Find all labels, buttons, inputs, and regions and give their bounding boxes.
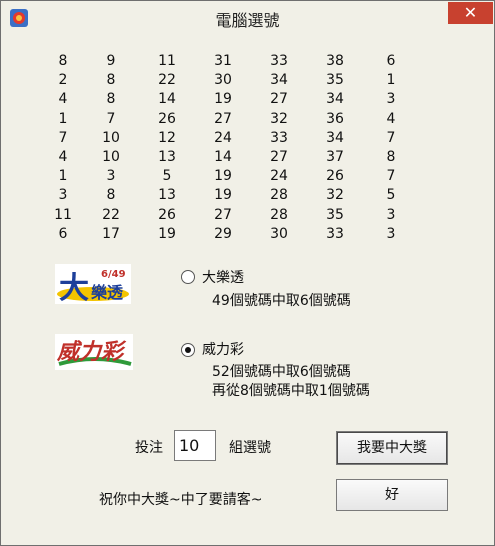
lottery-number: 3: [386, 225, 396, 242]
lottery-number: 31: [214, 53, 232, 69]
lottery-number: 27: [270, 91, 288, 108]
lottery-number: 27: [270, 149, 288, 165]
lottery-number: 14: [158, 91, 176, 108]
lottery-number: 35: [326, 206, 344, 223]
lottery-number: 34: [326, 129, 344, 146]
lottery-number: 19: [214, 168, 232, 185]
lottery-number: 4: [58, 91, 68, 108]
lottery-number: 8: [106, 187, 116, 204]
lotto-649-logo: 大 樂透 6/49: [55, 264, 131, 304]
lottery-number: 10: [102, 149, 120, 165]
lottery-number: 3: [386, 206, 396, 223]
bet-prefix-label: 投注: [135, 440, 163, 456]
lotto-radio[interactable]: [181, 270, 195, 284]
lottery-number: 13: [158, 149, 176, 165]
power-description-1: 52個號碼中取6個號碼: [212, 364, 351, 380]
lotto-description: 49個號碼中取6個號碼: [212, 293, 351, 309]
lottery-number: 3: [386, 91, 396, 108]
generate-button[interactable]: 我要中大獎: [336, 431, 448, 465]
lottery-number: 34: [270, 72, 288, 89]
lottery-number: 11: [158, 53, 176, 69]
lottery-number: 19: [214, 187, 232, 204]
lottery-number: 28: [270, 187, 288, 204]
lottery-number: 22: [102, 206, 120, 223]
lottery-number: 7: [58, 129, 68, 146]
bet-suffix-label: 組選號: [229, 440, 271, 456]
lottery-number: 10: [102, 129, 120, 146]
power-description-2: 再從8個號碼中取1個號碼: [212, 383, 370, 399]
svg-text:大: 大: [59, 271, 89, 304]
lottery-number: 7: [386, 129, 396, 146]
bet-count-input[interactable]: 10: [174, 430, 216, 461]
lottery-dialog: 電腦選號 ✕ 8 9 11 31 33 38 6 2 8 22 30 34 35 1 4 8 14 19 27 34 3…: [0, 0, 495, 546]
svg-text:樂透: 樂透: [90, 283, 124, 302]
lottery-number: 33: [270, 53, 288, 69]
lottery-number: 19: [214, 91, 232, 108]
lottery-number: 6: [58, 225, 68, 242]
lottery-number: 11: [54, 206, 72, 223]
lottery-number: 1: [58, 110, 68, 127]
lottery-number: 29: [214, 225, 232, 242]
lottery-number: 6: [386, 53, 396, 69]
lottery-number: 13: [158, 187, 176, 204]
lottery-number: 35: [326, 72, 344, 89]
lottery-number: 37: [326, 149, 344, 165]
lottery-number: 24: [270, 168, 288, 185]
lottery-number: 27: [214, 206, 232, 223]
lottery-number: 8: [106, 91, 116, 108]
lottery-number: 26: [158, 206, 176, 223]
lottery-number: 30: [214, 72, 232, 89]
lottery-number: 34: [326, 91, 344, 108]
title-bar: 電腦選號 ✕: [1, 1, 494, 33]
window-title: 電腦選號: [215, 11, 280, 30]
lottery-number: 33: [270, 129, 288, 146]
close-button[interactable]: ✕: [448, 2, 493, 24]
lottery-number: 3: [58, 187, 68, 204]
lottery-number: 7: [386, 168, 396, 185]
lottery-number: 36: [326, 110, 344, 127]
lottery-number: 32: [326, 187, 344, 204]
power-lotto-logo: 威力彩: [55, 334, 133, 370]
footer-message: 祝你中大獎~中了要請客~: [99, 492, 263, 508]
lottery-number: 19: [158, 225, 176, 242]
close-icon[interactable]: ✕: [464, 3, 477, 22]
svg-text:威力彩: 威力彩: [56, 340, 127, 365]
power-radio[interactable]: [181, 343, 195, 357]
lottery-number: 38: [326, 53, 344, 69]
lottery-number: 2: [58, 72, 68, 89]
lottery-number: 24: [214, 129, 232, 146]
lottery-number: 27: [214, 110, 232, 127]
lottery-number: 5: [386, 187, 396, 204]
lottery-number: 32: [270, 110, 288, 127]
lottery-number: 30: [270, 225, 288, 242]
lottery-number: 22: [158, 72, 176, 89]
lottery-number: 3: [106, 168, 116, 185]
lottery-number: 1: [386, 72, 396, 89]
lottery-number: 1: [58, 168, 68, 185]
lottery-number: 17: [102, 225, 120, 242]
lottery-number: 5: [162, 168, 172, 185]
lottery-number: 8: [58, 53, 68, 69]
power-option-label[interactable]: 威力彩: [202, 339, 244, 359]
lotto-option-label[interactable]: 大樂透: [202, 267, 244, 287]
lottery-number: 33: [326, 225, 344, 242]
ok-button[interactable]: 好: [336, 479, 448, 511]
lottery-number: 12: [158, 129, 176, 146]
svg-text:6/49: 6/49: [101, 269, 126, 280]
lottery-number: 9: [106, 53, 116, 69]
lottery-number: 26: [326, 168, 344, 185]
lottery-number: 4: [58, 149, 68, 165]
lottery-number: 26: [158, 110, 176, 127]
lottery-number: 7: [106, 110, 116, 127]
lottery-number: 28: [270, 206, 288, 223]
lottery-number: 8: [106, 72, 116, 89]
lottery-number: 4: [386, 110, 396, 127]
lottery-number: 14: [214, 149, 232, 165]
lottery-number: 8: [386, 149, 396, 165]
